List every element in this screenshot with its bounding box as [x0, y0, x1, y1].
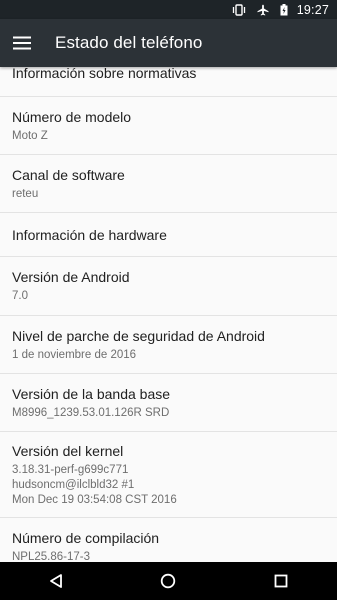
- app-bar: Estado del teléfono: [0, 19, 337, 67]
- list-item-title: Nivel de parche de seguridad de Android: [12, 327, 265, 344]
- list-item-model-number: Número de modelo Moto Z: [0, 97, 337, 155]
- clock: 19:27: [296, 2, 329, 17]
- vibrate-icon: [232, 3, 246, 16]
- recents-icon[interactable]: [261, 562, 301, 600]
- list-item-value: reteu: [12, 187, 39, 200]
- list-item-software-channel: Canal de software reteu: [0, 155, 337, 213]
- list-item-android-version[interactable]: Versión de Android 7.0: [0, 257, 337, 316]
- status-bar: 19:27: [0, 0, 337, 19]
- list-item-security-patch-level: Nivel de parche de seguridad de Android …: [0, 316, 337, 374]
- list-item-title: Versión de la banda base: [12, 385, 171, 402]
- kernel-line: 3.18.31-perf-g699c771: [12, 463, 129, 476]
- battery-icon: [280, 3, 288, 16]
- navigation-bar: [0, 562, 337, 600]
- list-item-title: Canal de software: [12, 166, 125, 183]
- list-item-value: 1 de noviembre de 2016: [12, 348, 137, 361]
- list-item-build-number[interactable]: Número de compilación NPL25.86-17-3: [0, 518, 337, 563]
- list-item-value: Moto Z: [12, 129, 48, 142]
- settings-list: Información sobre normativas Número de m…: [0, 67, 337, 562]
- list-item-hardware-info[interactable]: Información de hardware: [0, 213, 337, 257]
- list-item-baseband-version: Versión de la banda base M8996_1239.53.0…: [0, 374, 337, 432]
- list-item-kernel-version: Versión del kernel 3.18.31-perf-g699c771…: [0, 432, 337, 518]
- kernel-line: hudsoncm@ilclbld32 #1: [12, 478, 135, 491]
- list-item-value: 7.0: [12, 290, 28, 302]
- list-item-value: M8996_1239.53.01.126R SRD: [12, 406, 170, 419]
- kernel-line: Mon Dec 19 03:54:08 CST 2016: [12, 493, 177, 506]
- list-item-value: 3.18.31-perf-g699c771 hudsoncm@ilclbld32…: [12, 463, 337, 508]
- list-item-title: Versión del kernel: [12, 442, 124, 459]
- list-item-title: Número de modelo: [12, 108, 132, 125]
- page-title: Estado del teléfono: [55, 33, 203, 52]
- list-item-title: Información sobre normativas: [12, 67, 197, 81]
- list-item-regulatory-info[interactable]: Información sobre normativas: [0, 67, 337, 97]
- back-icon[interactable]: [36, 562, 76, 600]
- list-item-value: NPL25.86-17-3: [12, 550, 90, 563]
- list-item-title: Información de hardware: [12, 226, 167, 243]
- hamburger-menu-icon[interactable]: [11, 32, 33, 54]
- airplane-mode-icon: [257, 4, 269, 16]
- list-item-title: Número de compilación: [12, 529, 160, 546]
- home-icon[interactable]: [148, 562, 188, 600]
- list-item-title: Versión de Android: [12, 269, 130, 285]
